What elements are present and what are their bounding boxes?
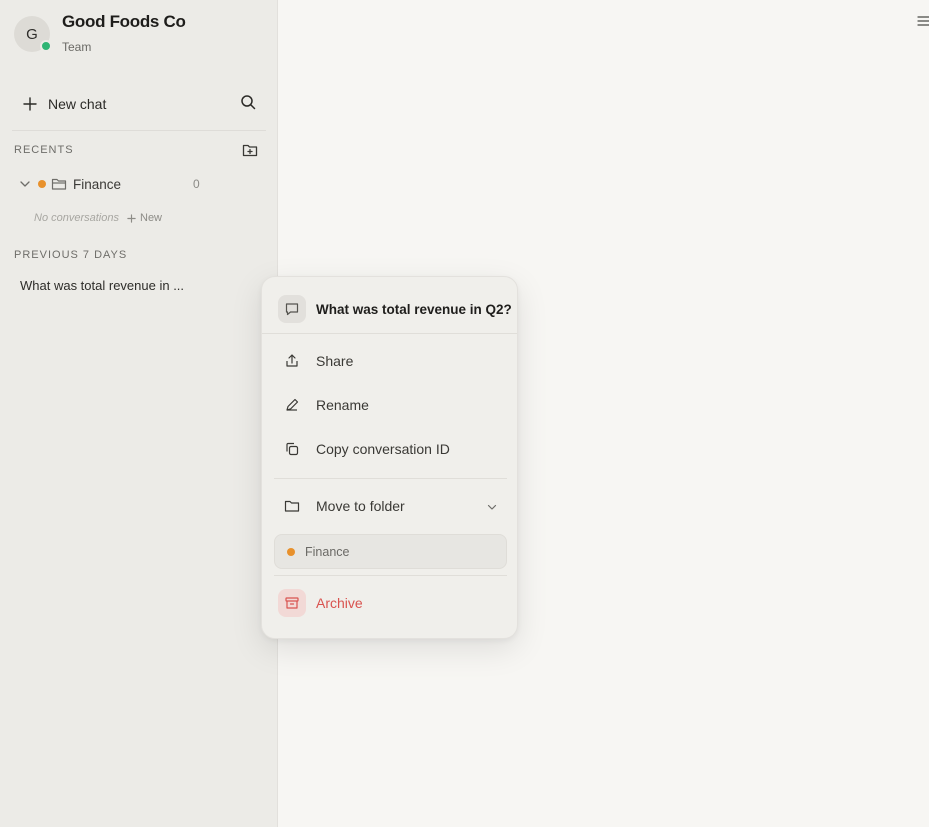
folder-option-finance[interactable]: Finance bbox=[274, 534, 507, 569]
rename-label: Rename bbox=[316, 397, 369, 413]
org-header[interactable]: G Good Foods Co Team bbox=[14, 12, 186, 54]
menu-divider bbox=[262, 333, 517, 334]
sidebar: G Good Foods Co Team New chat RECENTS Fi… bbox=[0, 0, 278, 827]
chevron-down-icon bbox=[486, 500, 498, 518]
plus-icon bbox=[20, 94, 40, 114]
archive-menu-item[interactable]: Archive bbox=[278, 589, 502, 617]
folder-name: Finance bbox=[73, 176, 122, 192]
pencil-icon bbox=[278, 391, 306, 419]
chevron-down-icon[interactable] bbox=[18, 177, 32, 191]
sidebar-folder-finance[interactable]: Finance 0 bbox=[18, 174, 218, 194]
copy-icon bbox=[278, 435, 306, 463]
rename-menu-item[interactable]: Rename bbox=[278, 391, 502, 419]
menu-header: What was total revenue in Q2? bbox=[278, 295, 512, 323]
archive-label: Archive bbox=[316, 595, 363, 611]
avatar-initial: G bbox=[26, 25, 38, 43]
menu-divider bbox=[274, 478, 507, 479]
chat-bubble-icon bbox=[278, 295, 306, 323]
org-plan: Team bbox=[62, 40, 92, 54]
folder-count: 0 bbox=[193, 177, 200, 191]
move-to-folder-menu-item[interactable]: Move to folder bbox=[278, 492, 502, 520]
menu-title: What was total revenue in Q2? bbox=[316, 301, 512, 317]
avatar[interactable]: G bbox=[14, 16, 52, 52]
copy-id-menu-item[interactable]: Copy conversation ID bbox=[278, 435, 502, 463]
folder-option-label: Finance bbox=[305, 544, 350, 559]
conversation-item[interactable]: What was total revenue in ... bbox=[20, 278, 184, 293]
menu-icon[interactable] bbox=[917, 14, 929, 28]
folder-icon bbox=[278, 492, 306, 520]
share-menu-item[interactable]: Share bbox=[278, 347, 502, 375]
new-link-label: New bbox=[140, 212, 163, 224]
new-conversation-link[interactable]: New bbox=[127, 212, 162, 224]
new-chat-button[interactable]: New chat bbox=[14, 90, 264, 118]
new-folder-icon[interactable] bbox=[242, 142, 258, 158]
folder-empty-state: No conversations New bbox=[34, 212, 162, 224]
folder-color-dot bbox=[287, 547, 295, 556]
previous-7-days-heading: PREVIOUS 7 DAYS bbox=[14, 249, 128, 261]
plus-icon bbox=[127, 213, 136, 223]
archive-icon bbox=[278, 589, 306, 617]
org-name: Good Foods Co bbox=[62, 12, 186, 31]
sidebar-divider bbox=[12, 130, 266, 131]
conversation-context-menu: What was total revenue in Q2? Share Rena… bbox=[261, 276, 518, 639]
share-label: Share bbox=[316, 353, 354, 369]
share-icon bbox=[278, 347, 306, 375]
folder-color-dot bbox=[38, 180, 46, 188]
move-to-folder-label: Move to folder bbox=[316, 498, 405, 514]
new-chat-label: New chat bbox=[48, 96, 107, 112]
recents-heading: RECENTS bbox=[14, 144, 74, 156]
folder-icon bbox=[51, 176, 67, 192]
online-status-dot bbox=[40, 40, 52, 52]
copy-id-label: Copy conversation ID bbox=[316, 441, 450, 457]
menu-divider bbox=[274, 575, 507, 576]
empty-text: No conversations bbox=[34, 212, 119, 224]
search-icon[interactable] bbox=[240, 94, 260, 114]
